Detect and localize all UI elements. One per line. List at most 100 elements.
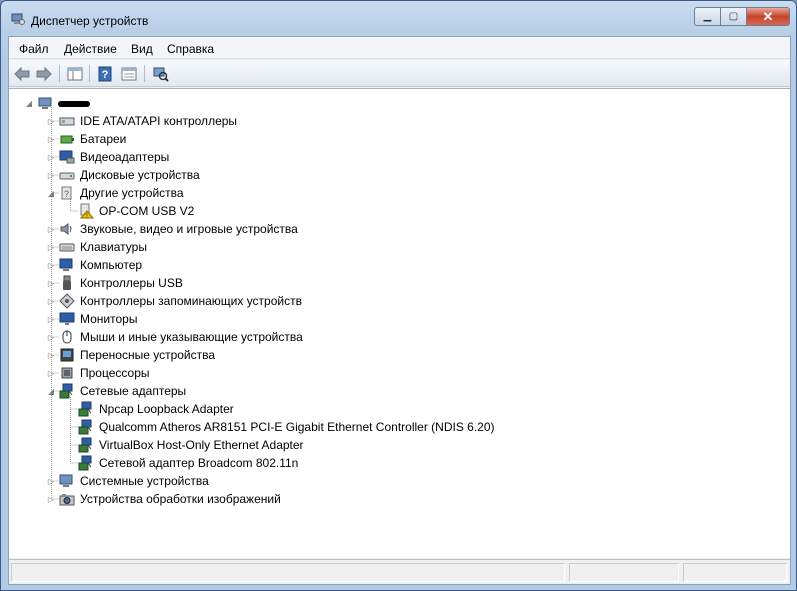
minimize-icon: ▁: [703, 11, 712, 22]
category-label: Мониторы: [80, 312, 138, 326]
tree-category[interactable]: ▷ Батареи: [45, 130, 126, 148]
client-area: Файл Действие Вид Справка ? ◢ ▷ IDE ATA/…: [8, 36, 791, 585]
tree-category[interactable]: ▷ Процессоры: [45, 364, 150, 382]
expand-arrow-icon[interactable]: ▷: [45, 223, 57, 235]
tree-category[interactable]: ▷ Системные устройства: [45, 472, 209, 490]
properties-button[interactable]: [119, 64, 139, 83]
tree-category[interactable]: ◢? Другие устройства: [45, 184, 184, 202]
device-label: Сетевой адаптер Broadcom 802.11n: [99, 456, 299, 470]
tree-device[interactable]: Qualcomm Atheros AR8151 PCI-E Gigabit Et…: [64, 418, 495, 436]
expand-arrow-icon[interactable]: ▷: [45, 259, 57, 271]
tree-category[interactable]: ▷ IDE ATA/ATAPI контроллеры: [45, 112, 237, 130]
menu-action[interactable]: Действие: [64, 42, 117, 56]
expand-arrow-icon[interactable]: ▷: [45, 277, 57, 289]
expand-arrow-icon[interactable]: ▷: [45, 133, 57, 145]
expand-arrow-icon[interactable]: ▷: [45, 313, 57, 325]
device-manager-window: Диспетчер устройств ▁ ▢ ✕ Файл Действие …: [0, 0, 797, 591]
network-adapter-icon: [78, 419, 94, 435]
expand-arrow-icon[interactable]: ▷: [45, 295, 57, 307]
sound-icon: [59, 221, 75, 237]
category-label: Системные устройства: [80, 474, 209, 488]
console-tree-icon: [67, 67, 83, 80]
expand-arrow-icon[interactable]: ▷: [45, 115, 57, 127]
toolbar: ?: [9, 60, 790, 87]
maximize-button[interactable]: ▢: [721, 7, 747, 26]
menu-bar: Файл Действие Вид Справка: [9, 37, 790, 59]
tree-category[interactable]: ▷ Дисковые устройства: [45, 166, 200, 184]
menu-view[interactable]: Вид: [131, 42, 153, 56]
status-pane-2: [569, 563, 679, 582]
computer-icon: [59, 257, 75, 273]
storage-controller-icon: [59, 293, 75, 309]
collapse-arrow-icon[interactable]: ◢: [23, 97, 35, 109]
forward-button[interactable]: [34, 64, 54, 83]
collapse-arrow-icon[interactable]: ◢: [45, 187, 57, 199]
network-adapter-icon: [59, 383, 75, 399]
menu-file[interactable]: Файл: [19, 42, 49, 56]
expand-arrow-icon[interactable]: ▷: [45, 241, 57, 253]
tree-category[interactable]: ▷ Мыши и иные указывающие устройства: [45, 328, 303, 346]
tree-device[interactable]: ! OP-COM USB V2: [64, 202, 194, 220]
computer-root-icon: [37, 95, 53, 111]
tree-category[interactable]: ▷ Устройства обработки изображений: [45, 490, 281, 508]
network-adapter-icon: [78, 455, 94, 471]
expand-arrow-icon[interactable]: ▷: [45, 367, 57, 379]
tree-device[interactable]: Npcap Loopback Adapter: [64, 400, 234, 418]
expand-arrow-icon[interactable]: ▷: [45, 169, 57, 181]
menu-help[interactable]: Справка: [167, 42, 214, 56]
scan-hardware-button[interactable]: [151, 64, 171, 83]
disk-drive-icon: [59, 167, 75, 183]
title-bar[interactable]: Диспетчер устройств ▁ ▢ ✕: [1, 1, 796, 35]
category-label: Клавиатуры: [80, 240, 147, 254]
tree-device[interactable]: Сетевой адаптер Broadcom 802.11n: [64, 454, 298, 472]
tree-category[interactable]: ▷ Переносные устройства: [45, 346, 215, 364]
tree-category[interactable]: ▷ Контроллеры запоминающих устройств: [45, 292, 302, 310]
device-tree: ◢ ▷ IDE ATA/ATAPI контроллеры ▷ Батареи ▷ Вид…: [9, 88, 790, 558]
tree-category[interactable]: ▷ Клавиатуры: [45, 238, 147, 256]
status-pane-3: [683, 563, 787, 582]
other-devices-icon: ?: [59, 185, 75, 201]
expand-arrow-icon[interactable]: ▷: [45, 475, 57, 487]
tree-root[interactable]: ◢: [23, 94, 90, 112]
tree-category[interactable]: ▷ Видеоадаптеры: [45, 148, 169, 166]
close-icon: ✕: [762, 8, 774, 24]
window-title: Диспетчер устройств: [31, 14, 149, 28]
network-adapter-icon: [78, 437, 94, 453]
tree-category[interactable]: ▷ Звуковые, видео и игровые устройства: [45, 220, 298, 238]
expand-arrow-icon[interactable]: ▷: [45, 331, 57, 343]
collapse-arrow-icon[interactable]: ◢: [45, 385, 57, 397]
expand-arrow-icon[interactable]: ▷: [45, 349, 57, 361]
tree-category[interactable]: ▷ Мониторы: [45, 310, 138, 328]
category-label: IDE ATA/ATAPI контроллеры: [80, 114, 238, 128]
help-button[interactable]: ?: [95, 64, 115, 83]
ide-controller-icon: [59, 113, 75, 129]
category-label: Контроллеры запоминающих устройств: [80, 294, 302, 308]
tree-category[interactable]: ▷ Контроллеры USB: [45, 274, 183, 292]
minimize-button[interactable]: ▁: [694, 7, 721, 26]
redacted-computer-name: [58, 101, 90, 107]
portable-device-icon: [59, 347, 75, 363]
category-label: Сетевые адаптеры: [80, 384, 187, 398]
imaging-device-icon: [59, 491, 75, 507]
show-hide-console-tree-button[interactable]: [65, 64, 85, 83]
category-label: Переносные устройства: [80, 348, 216, 362]
category-label: Другие устройства: [80, 186, 184, 200]
device-label: OP-COM USB V2: [99, 204, 195, 218]
category-label: Батареи: [80, 132, 127, 146]
close-button[interactable]: ✕: [747, 7, 790, 26]
tree-category[interactable]: ◢ Сетевые адаптеры: [45, 382, 186, 400]
back-arrow-icon: [14, 66, 30, 81]
device-label: VirtualBox Host-Only Ethernet Adapter: [99, 438, 304, 452]
back-button[interactable]: [12, 64, 32, 83]
expand-arrow-icon[interactable]: ▷: [45, 151, 57, 163]
mouse-icon: [59, 329, 75, 345]
category-label: Видеоадаптеры: [80, 150, 170, 164]
tree-device[interactable]: VirtualBox Host-Only Ethernet Adapter: [64, 436, 304, 454]
tree-category[interactable]: ▷ Компьютер: [45, 256, 142, 274]
expand-arrow-icon[interactable]: ▷: [45, 493, 57, 505]
usb-icon: [59, 275, 75, 291]
network-adapter-icon: [78, 401, 94, 417]
device-manager-icon: [11, 13, 25, 25]
category-label: Дисковые устройства: [80, 168, 200, 182]
monitor-icon: [59, 311, 75, 327]
